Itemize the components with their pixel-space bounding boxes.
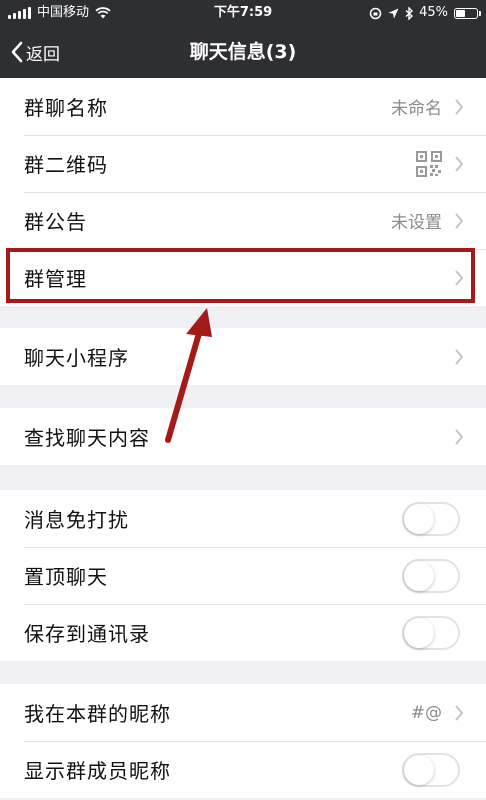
settings-row-save-contacts: 保存到通讯录 xyxy=(0,604,486,661)
group-toggles: 消息免打扰 置顶聊天 保存到通讯录 xyxy=(0,490,486,661)
sticky-toggle[interactable] xyxy=(402,558,460,593)
row-label: 群管理 xyxy=(24,267,87,291)
row-label: 置顶聊天 xyxy=(24,565,108,589)
bluetooth-icon xyxy=(405,6,414,20)
row-value: 未设置 xyxy=(391,213,442,233)
top-bar: 中国移动 下午7:59 45% 返回 聊天信息(3) xyxy=(0,0,486,78)
row-label: 显示群成员昵称 xyxy=(24,759,171,783)
row-label: 聊天小程序 xyxy=(24,346,129,370)
chevron-right-icon xyxy=(455,269,464,286)
battery-icon xyxy=(454,7,481,19)
battery-percent: 45% xyxy=(419,5,448,20)
chevron-right-icon xyxy=(455,212,464,229)
settings-row-group-management[interactable]: 群管理 xyxy=(0,249,486,306)
navigation-bar: 返回 聊天信息(3) xyxy=(0,26,486,78)
qr-code-icon xyxy=(416,150,442,177)
mute-toggle[interactable] xyxy=(402,501,460,536)
settings-row-show-nicknames: 显示群成员昵称 xyxy=(0,741,486,798)
group-search: 查找聊天内容 xyxy=(0,408,486,465)
row-label: 查找聊天内容 xyxy=(24,426,150,450)
chevron-right-icon xyxy=(455,704,464,721)
save-contacts-toggle[interactable] xyxy=(402,615,460,650)
status-bar: 中国移动 下午7:59 45% xyxy=(0,0,486,26)
row-label: 群公告 xyxy=(24,210,87,234)
settings-row-mini-programs[interactable]: 聊天小程序 xyxy=(0,328,486,385)
page-title: 聊天信息(3) xyxy=(189,41,297,63)
orientation-lock-icon xyxy=(369,7,382,19)
settings-row-qr-code[interactable]: 群二维码 xyxy=(0,135,486,192)
settings-row-search-history[interactable]: 查找聊天内容 xyxy=(0,408,486,465)
settings-row-group-name[interactable]: 群聊名称 未命名 xyxy=(0,78,486,135)
settings-row-sticky: 置顶聊天 xyxy=(0,547,486,604)
row-label: 我在本群的昵称 xyxy=(24,702,171,726)
row-value: 未命名 xyxy=(391,99,442,119)
show-nicknames-toggle[interactable] xyxy=(402,752,460,787)
settings-row-my-nickname[interactable]: 我在本群的昵称 #@ xyxy=(0,684,486,741)
row-label: 群聊名称 xyxy=(24,96,108,120)
group-info: 群聊名称 未命名 群二维码 群公告 未设置 群管理 xyxy=(0,78,486,306)
chevron-right-icon xyxy=(455,155,464,172)
group-nickname: 我在本群的昵称 #@ 显示群成员昵称 xyxy=(0,684,486,798)
location-icon xyxy=(388,8,399,18)
chevron-right-icon xyxy=(455,348,464,365)
chevron-right-icon xyxy=(455,428,464,445)
group-mini-programs: 聊天小程序 xyxy=(0,328,486,385)
row-value: #@ xyxy=(410,702,442,723)
settings-row-announcement[interactable]: 群公告 未设置 xyxy=(0,192,486,249)
row-label: 群二维码 xyxy=(24,153,108,177)
row-label: 保存到通讯录 xyxy=(24,622,150,646)
chevron-right-icon xyxy=(455,98,464,115)
settings-row-mute: 消息免打扰 xyxy=(0,490,486,547)
row-label: 消息免打扰 xyxy=(24,508,129,532)
